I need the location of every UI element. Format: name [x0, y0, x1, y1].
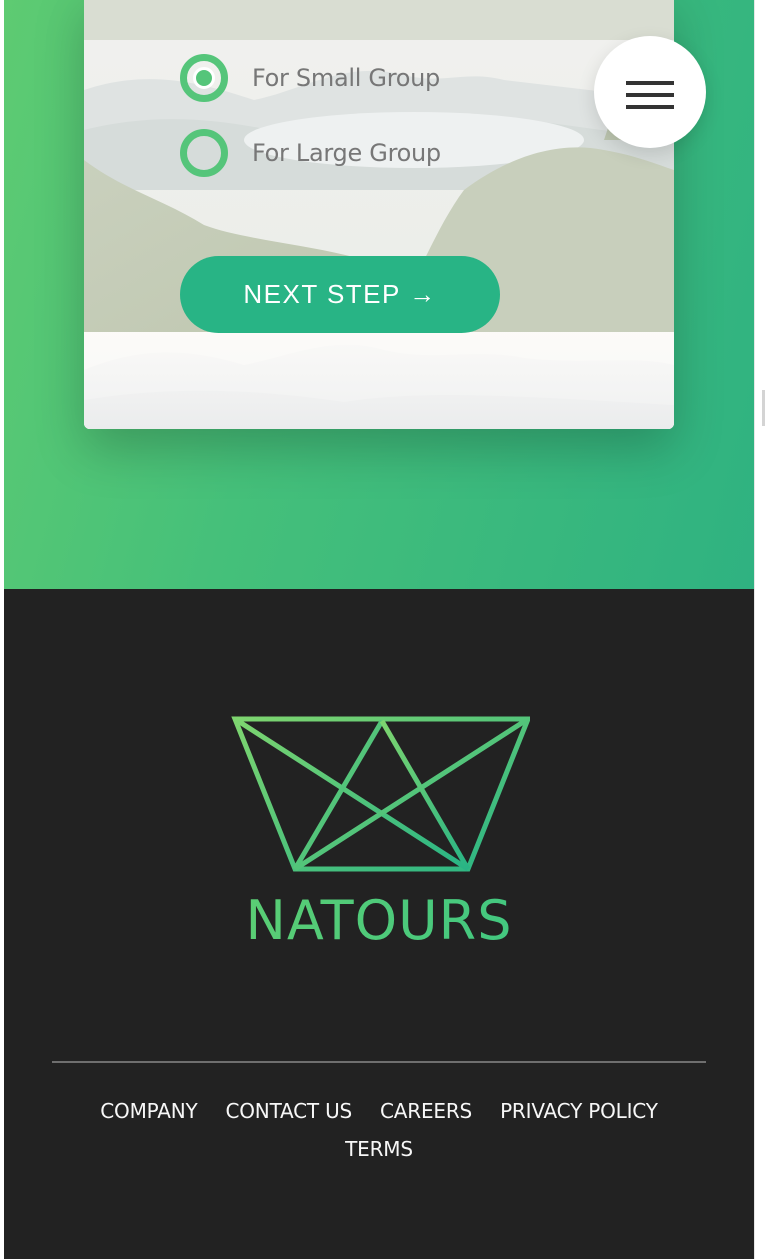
hamburger-line: [626, 105, 674, 109]
footer-navigation: COMPANY CONTACT US CAREERS PRIVACY POLIC…: [44, 1099, 714, 1161]
radio-button-large-group[interactable]: [180, 129, 228, 177]
radio-selected-dot: [193, 67, 215, 89]
page: For Small Group For Large Group NEXT STE…: [4, 0, 754, 1259]
next-step-button[interactable]: NEXT STEP →: [180, 256, 500, 333]
radio-button-small-group[interactable]: [180, 54, 228, 102]
radio-label-small-group[interactable]: For Small Group: [252, 64, 440, 92]
footer-link-contact-us[interactable]: CONTACT US: [226, 1099, 353, 1123]
radio-label-large-group[interactable]: For Large Group: [252, 139, 441, 167]
card-bottom-overlay: [84, 332, 674, 429]
radio-option-small-group[interactable]: For Small Group: [180, 54, 440, 102]
crown-logo-icon: [231, 716, 530, 872]
booking-section: For Small Group For Large Group NEXT STE…: [4, 0, 754, 589]
hamburger-line: [626, 93, 674, 97]
footer-link-terms[interactable]: TERMS: [345, 1137, 413, 1161]
brand-name: NATOURS: [4, 889, 754, 952]
booking-card: For Small Group For Large Group NEXT STE…: [84, 0, 674, 429]
footer-divider: [52, 1061, 706, 1063]
footer-link-careers[interactable]: CAREERS: [380, 1099, 472, 1123]
window-scrollbar[interactable]: [754, 0, 768, 1259]
radio-option-large-group[interactable]: For Large Group: [180, 129, 441, 177]
navigation-menu-button[interactable]: [594, 36, 706, 148]
scrollbar-thumb[interactable]: [762, 390, 765, 426]
footer: NATOURS COMPANY CONTACT US CAREERS PRIVA…: [4, 589, 754, 1259]
footer-link-company[interactable]: COMPANY: [100, 1099, 197, 1123]
hamburger-line: [626, 81, 674, 85]
footer-link-privacy-policy[interactable]: PRIVACY POLICY: [500, 1099, 658, 1123]
